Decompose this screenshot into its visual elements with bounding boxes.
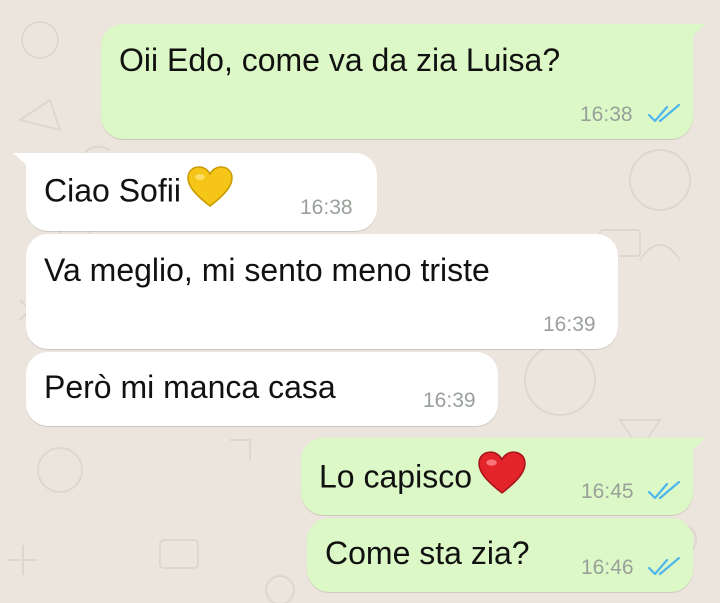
double-check-read-icon — [647, 481, 681, 500]
message-timestamp: 16:45 — [581, 480, 634, 503]
message-timestamp: 16:46 — [581, 556, 634, 579]
red-heart-emoji-icon — [478, 451, 526, 494]
message-text: Va meglio, mi sento meno triste — [44, 252, 490, 288]
message-timestamp: 16:38 — [580, 103, 633, 126]
message-text: Oii Edo, come va da zia Luisa? — [119, 42, 561, 78]
bubble-tail-outgoing — [690, 438, 706, 452]
message-bubble-incoming[interactable]: Però mi manca casa 16:39 — [26, 352, 498, 426]
double-check-read-icon — [647, 104, 681, 123]
message-bubble-outgoing[interactable]: Oii Edo, come va da zia Luisa? 16:38 — [101, 24, 693, 139]
message-text: Però mi manca casa — [44, 369, 336, 405]
message-text-content: Ciao Sofii — [44, 172, 181, 209]
message-text: Ciao Sofii — [44, 166, 233, 214]
message-bubble-outgoing[interactable]: Lo capisco 16:45 — [301, 438, 693, 515]
message-bubble-outgoing[interactable]: Come sta zia? 16:46 — [307, 518, 693, 592]
message-timestamp: 16:39 — [423, 389, 476, 412]
message-text-content: Lo capisco — [319, 458, 472, 495]
message-bubble-incoming[interactable]: Va meglio, mi sento meno triste 16:39 — [26, 234, 618, 349]
bubble-tail-outgoing — [690, 24, 706, 38]
message-text: Come sta zia? — [325, 535, 530, 571]
message-text: Lo capisco — [319, 451, 526, 501]
yellow-heart-emoji-icon — [187, 166, 233, 207]
message-bubble-incoming[interactable]: Ciao Sofii 16:38 — [26, 153, 377, 231]
message-timestamp: 16:38 — [300, 196, 353, 219]
message-timestamp: 16:39 — [543, 313, 596, 336]
double-check-read-icon — [647, 557, 681, 576]
